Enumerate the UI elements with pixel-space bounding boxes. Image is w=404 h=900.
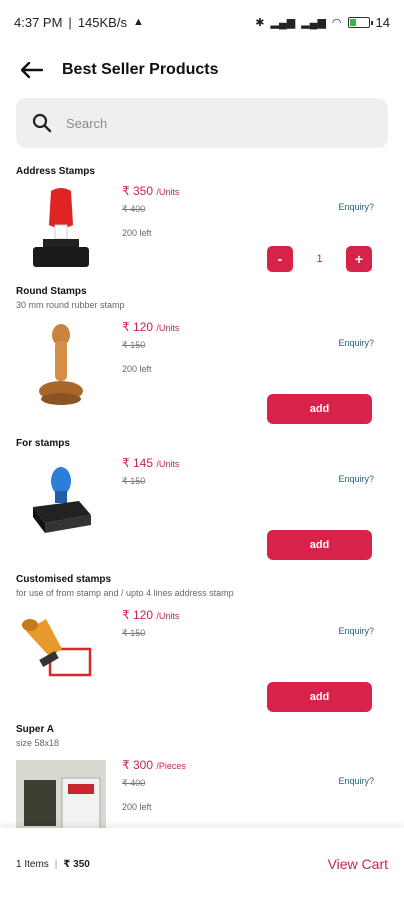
product-mrp: ₹ 150: [122, 340, 146, 350]
status-right: ✱ ▂▄▆ ▂▄▆ ◠ 14: [255, 15, 390, 30]
increment-button[interactable]: +: [346, 246, 372, 272]
battery-fill: [349, 18, 356, 26]
product-image[interactable]: [16, 186, 106, 274]
status-time: 4:37 PM: [14, 14, 63, 30]
cart-item-count: 1 Items: [16, 858, 49, 870]
price-value: ₹ 145: [122, 456, 153, 470]
product-card: Customised stamps for use of from stamp …: [0, 568, 404, 712]
product-body: ₹ 300 /Pieces ₹ 400 200 left Enquiry?: [16, 754, 388, 830]
price-unit: /Units: [156, 323, 180, 333]
enquiry-link[interactable]: Enquiry?: [338, 202, 374, 212]
wifi-icon: ◠: [331, 16, 342, 29]
address-stamp-image: [33, 188, 89, 267]
product-name: Super A: [16, 724, 54, 735]
enquiry-link[interactable]: Enquiry?: [338, 626, 374, 636]
battery-icon: [347, 16, 373, 28]
add-button[interactable]: add: [267, 394, 372, 424]
decrement-button[interactable]: -: [267, 246, 293, 272]
cart-summary: 1 Items | ₹ 350: [16, 859, 90, 870]
product-name: Round Stamps: [16, 286, 87, 297]
price-value: ₹ 300: [122, 758, 153, 772]
signal-2-icon: ▂▄▆: [301, 16, 326, 29]
search-bar[interactable]: [16, 98, 388, 148]
product-name: Address Stamps: [16, 166, 95, 177]
product-price: ₹ 350 /Units: [122, 184, 179, 198]
price-unit: /Units: [156, 187, 180, 197]
product-name: For stamps: [16, 438, 70, 449]
enquiry-link[interactable]: Enquiry?: [338, 338, 374, 348]
enquiry-link[interactable]: Enquiry?: [338, 474, 374, 484]
product-price: ₹ 145 /Units: [122, 456, 179, 470]
enquiry-link[interactable]: Enquiry?: [338, 776, 374, 786]
product-price: ₹ 120 /Units: [122, 320, 179, 334]
product-body: ₹ 145 /Units ₹ 150 Enquiry? add: [16, 452, 388, 560]
customised-stamp-image: [22, 619, 92, 677]
notification-icon: ▲: [132, 16, 144, 28]
product-card: Address Stamps ₹ 350 /Units ₹ 400 200 le…: [0, 160, 404, 280]
super-a-stamp-image: [16, 760, 106, 830]
product-mrp: ₹ 400: [122, 204, 146, 214]
product-list: Address Stamps ₹ 350 /Units ₹ 400 200 le…: [0, 160, 404, 830]
cart-total: ₹ 350: [63, 858, 90, 870]
product-price: ₹ 120 /Units: [122, 608, 179, 622]
product-stock: 200 left: [122, 364, 152, 374]
quantity-stepper: - 1 +: [267, 246, 372, 272]
battery-label: 14: [375, 14, 390, 30]
product-stock: 200 left: [122, 802, 152, 812]
product-description: 30 mm round rubber stamp: [16, 300, 125, 310]
product-price: ₹ 300 /Pieces: [122, 758, 186, 772]
price-value: ₹ 120: [122, 320, 153, 334]
product-body: ₹ 350 /Units ₹ 400 200 left Enquiry? - 1…: [16, 180, 388, 280]
status-divider: |: [68, 14, 72, 30]
product-name: Customised stamps: [16, 574, 112, 585]
cart-separator: |: [54, 858, 58, 870]
price-value: ₹ 350: [122, 184, 153, 198]
product-mrp: ₹ 150: [122, 476, 146, 486]
add-button[interactable]: add: [267, 530, 372, 560]
round-stamp-image: [39, 324, 83, 405]
status-left: 4:37 PM | 145KB/s ▲: [14, 15, 144, 30]
product-card: For stamps ₹ 145 /Units ₹ 150 Enquiry? a…: [0, 432, 404, 560]
status-bar: 4:37 PM | 145KB/s ▲ ✱ ▂▄▆ ▂▄▆ ◠ 14: [0, 0, 404, 44]
add-button[interactable]: add: [267, 682, 372, 712]
product-mrp: ₹ 150: [122, 628, 146, 638]
cart-bar: 1 Items | ₹ 350 View Cart: [0, 828, 404, 900]
product-image[interactable]: [16, 322, 106, 410]
product-body: ₹ 120 /Units ₹ 150 200 left Enquiry? add: [16, 316, 388, 424]
signal-icon: ▂▄▆: [270, 16, 296, 29]
product-description: for use of from stamp and / upto 4 lines…: [16, 588, 234, 598]
product-image[interactable]: [16, 610, 106, 698]
price-unit: /Pieces: [156, 761, 186, 771]
view-cart-button[interactable]: View Cart: [328, 856, 388, 872]
price-value: ₹ 120: [122, 608, 153, 622]
product-card: Round Stamps 30 mm round rubber stamp ₹ …: [0, 280, 404, 424]
product-mrp: ₹ 400: [122, 778, 146, 788]
product-stock: 200 left: [122, 228, 152, 238]
app-header: Best Seller Products: [0, 50, 404, 90]
arrow-left-icon: [21, 62, 43, 78]
bluetooth-icon: ✱: [255, 16, 265, 29]
status-speed: 145KB/s: [77, 14, 127, 30]
search-input[interactable]: [66, 115, 356, 131]
page-title: Best Seller Products: [62, 61, 219, 78]
product-description: size 58x18: [16, 738, 60, 748]
for-stamp-image: [33, 467, 91, 533]
search-icon: [32, 113, 52, 133]
back-button[interactable]: [18, 56, 46, 84]
quantity-value: 1: [316, 253, 323, 265]
product-card: Super A size 58x18 ₹ 300 /Pieces ₹ 400 2…: [0, 718, 404, 830]
product-image[interactable]: [16, 458, 106, 546]
price-unit: /Units: [156, 459, 180, 469]
product-body: ₹ 120 /Units ₹ 150 Enquiry? add: [16, 604, 388, 712]
product-image[interactable]: [16, 760, 106, 830]
price-unit: /Units: [156, 611, 180, 621]
